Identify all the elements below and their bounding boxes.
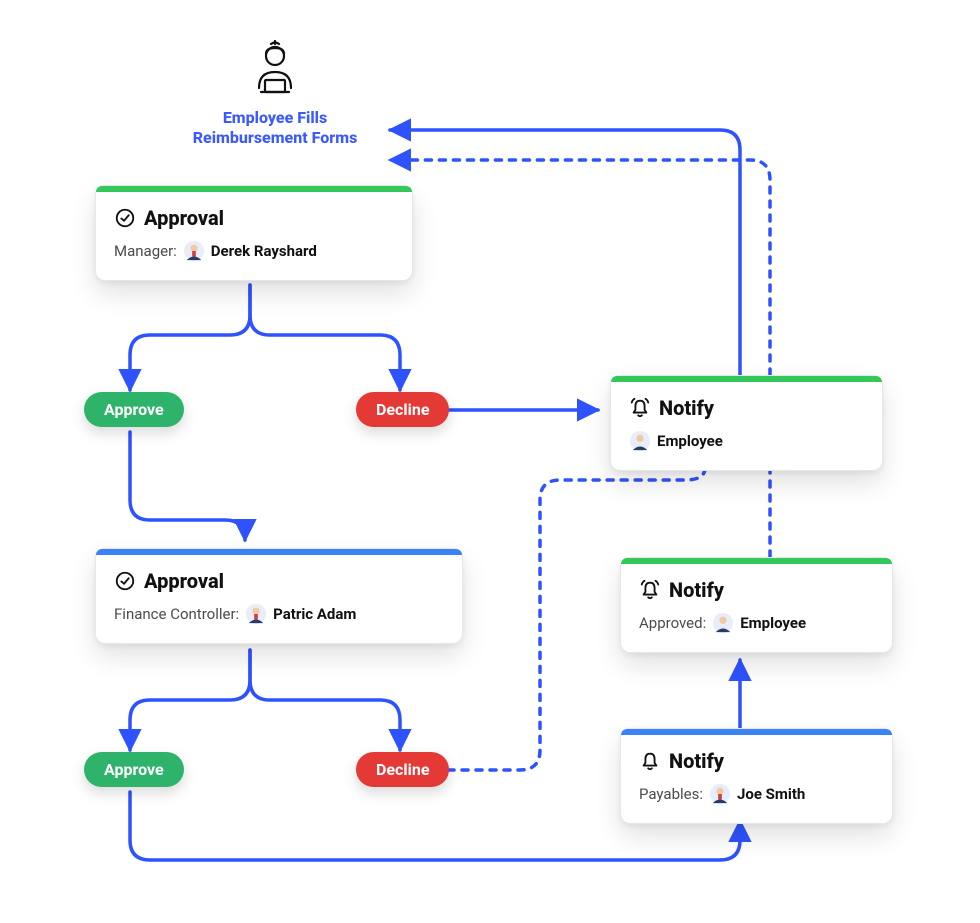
role-label: Payables: <box>639 785 703 803</box>
node-title: Notify <box>669 578 724 602</box>
person-name: Employee <box>740 614 806 632</box>
node-title: Approval <box>144 569 224 593</box>
pill-approve-1: Approve <box>84 392 184 427</box>
person-name: Patric Adam <box>273 605 356 623</box>
role-label: Finance Controller: <box>114 605 239 623</box>
bell-icon <box>639 750 661 772</box>
node-title: Notify <box>669 749 724 773</box>
node-notify-employee-declined: Notify Employee <box>610 375 883 471</box>
check-circle-icon <box>114 207 136 229</box>
bell-ring-icon <box>629 397 651 419</box>
start-label-line2: Reimbursement Forms <box>160 128 390 148</box>
pill-decline-2: Decline <box>356 752 449 787</box>
node-notify-payables: Notify Payables: Joe Smith <box>620 728 893 824</box>
workflow-diagram: Employee Fills Reimbursement Forms Appro… <box>0 0 980 923</box>
start-node: Employee Fills Reimbursement Forms <box>160 40 390 148</box>
avatar-icon <box>629 430 651 452</box>
node-approval-finance: Approval Finance Controller: Patric Adam <box>95 548 463 644</box>
node-accent-bar <box>611 376 882 382</box>
node-accent-bar <box>96 186 412 192</box>
start-label-line1: Employee Fills <box>160 108 390 128</box>
role-label: Manager: <box>114 242 177 260</box>
avatar-icon <box>183 240 205 262</box>
node-title: Notify <box>659 396 714 420</box>
pill-decline-1: Decline <box>356 392 449 427</box>
employee-at-laptop-icon <box>243 40 307 104</box>
node-approval-manager: Approval Manager: Derek Rayshard <box>95 185 413 281</box>
avatar-icon <box>245 603 267 625</box>
avatar-icon <box>712 612 734 634</box>
pill-approve-2: Approve <box>84 752 184 787</box>
node-title: Approval <box>144 206 224 230</box>
node-accent-bar <box>96 549 462 555</box>
person-name: Employee <box>657 432 723 450</box>
check-circle-icon <box>114 570 136 592</box>
node-accent-bar <box>621 729 892 735</box>
node-notify-employee-approved: Notify Approved: Employee <box>620 557 893 653</box>
bell-ring-icon <box>639 579 661 601</box>
person-name: Joe Smith <box>737 785 805 803</box>
role-label: Approved: <box>639 614 706 632</box>
node-accent-bar <box>621 558 892 564</box>
person-name: Derek Rayshard <box>211 242 317 260</box>
avatar-icon <box>709 783 731 805</box>
